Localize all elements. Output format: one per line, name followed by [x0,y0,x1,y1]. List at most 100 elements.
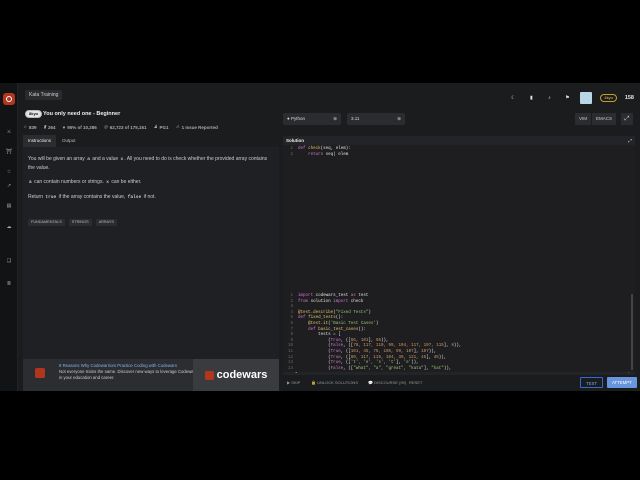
tab-output[interactable]: Output [57,135,81,147]
unlock-label: UNLOCK SOLUTIONS [317,380,358,385]
code-line[interactable]: (False, (["what", "a", "great", "kata"],… [298,367,451,372]
tag-strings[interactable]: STRINGS [68,219,92,226]
text: can contain numbers or strings. [32,179,106,185]
code-token: ], [426,355,434,360]
code-token: 101, 45, 75, 105, 99, 107 [350,350,414,354]
code-token: 'e' [403,361,412,366]
author-stat[interactable]: ♟ PG1 [153,124,168,130]
book-icon[interactable]: ❑ [4,256,14,266]
fullscreen-icon[interactable]: ⤢ [621,113,633,125]
star-icon: ☆ [23,124,28,129]
document-icon[interactable]: ≣ [4,279,14,289]
chevron-down-icon: ⊗ [333,116,337,121]
promo-logo: codewars [193,359,279,391]
code-token: , ([ [343,344,354,349]
code-token: test [358,294,369,298]
text: Return [28,194,45,200]
editor-mode-buttons: VIM EMACS [574,113,617,125]
tag-arrays[interactable]: ARRAYS [95,219,117,226]
top-right-icons: ☾ ▮ ♪ ⚑ 4kyu 158 [508,92,634,104]
code-token: from [298,299,311,304]
text: if the array contains the value, [57,194,127,200]
tag-fundamentals[interactable]: FUNDAMENTALS [28,219,65,226]
database-icon[interactable]: ▤ [4,201,14,211]
code-token: True [330,361,341,366]
code-token: )), [428,350,437,354]
code-line[interactable]: return seq| elem [298,153,348,159]
chat-icon[interactable]: ☁ [4,222,14,232]
code-token: "Fixed Tests" [335,310,369,315]
codewars-logo-icon [35,368,45,378]
attempt-button[interactable]: ATTEMPT [607,377,637,388]
code-token: ( [298,350,331,354]
code-token: check [350,299,364,304]
satisfaction-value: 95% of 10,286 [67,124,97,130]
issues-stat[interactable]: ⚠ 1 Issue Reported [176,124,218,130]
vim-button[interactable]: VIM [574,113,592,125]
top-bar: Kata Training ☾ ▮ ♪ ⚑ 4kyu 158 8kyu You … [18,83,640,130]
chevron-down-icon: ⊗ [397,116,401,121]
promo-text: 8 Reasons Why Codewarriors Practice Codi… [59,363,199,381]
thumbs-up-icon: ♥ [62,124,66,130]
chart-icon[interactable]: ↗ [4,181,14,191]
inline-code: true [45,195,57,200]
upvote-stat: ☆ 839 [23,124,37,130]
bell-icon[interactable]: ♪ [544,93,554,103]
code-token: import [333,299,351,304]
profile-icon[interactable]: ⚑ [562,93,572,103]
inline-code: false [127,195,142,200]
expand-icon[interactable]: ⤢ [628,136,632,145]
version-select[interactable]: 3.11 ⊗ [347,113,405,125]
scrollbar[interactable] [631,294,633,370]
satisfaction-stat: ♥ 95% of 10,286 [63,124,97,130]
skip-button[interactable]: ▶ SKIP [287,380,300,385]
codewars-logo-icon[interactable] [3,93,15,105]
honor-count: 158 [624,95,634,101]
unlock-solutions-button[interactable]: 🔒 UNLOCK SOLUTIONS [311,380,358,385]
reset-button[interactable]: RESET [409,380,422,385]
code-token: "what", "a", "great", "kata" [353,366,424,371]
moon-icon[interactable]: ☾ [508,93,518,103]
code-token: ( [298,366,331,371]
code-token: ( [298,338,331,343]
text: if not. [142,194,156,200]
code-token: False [330,366,344,371]
test-button[interactable]: TEST [580,377,603,388]
solution-title: Solution [286,138,304,143]
code-token: , ([ [340,350,351,354]
code-token: (seq, elem): [320,147,351,151]
code-token: import [298,294,316,298]
discourse-button[interactable]: 💬 DISCOURSE (99) [368,380,406,385]
promo-logo-text: codewars [216,369,268,381]
code-line[interactable]: from solution import check [298,300,363,306]
completions-value: 62,723 of 175,151 [109,124,147,130]
code-token: 78, 117, 110, 99, 104, 117, 107, 115 [353,344,444,349]
instructions-pane: Instructions Output You will be given an… [23,135,279,391]
code-token: False [330,344,344,349]
language-select[interactable]: ● Python ⊗ [283,113,341,125]
tab-instructions[interactable]: Instructions [23,135,57,147]
kata-title: You only need one - Beginner [43,111,121,117]
code-token: fixed_tests [308,316,336,321]
action-bar: ▶ SKIP 🔒 UNLOCK SOLUTIONS 💬 DISCOURSE (9… [283,377,637,391]
code-token: ( [298,361,331,366]
avatar[interactable] [580,92,593,104]
kata-training-label[interactable]: Kata Training [25,90,63,100]
emacs-button[interactable]: EMACS [591,113,617,125]
bookmark-stat: ▮ 264 [44,124,56,130]
description-paragraph: You will be given an array a and a value… [28,155,274,172]
swords-icon[interactable]: ⚔ [4,127,14,137]
dojo-icon[interactable]: ⛩ [4,147,14,157]
promo-banner[interactable]: 8 Reasons Why Codewarriors Practice Codi… [23,359,279,391]
issues-value[interactable]: 1 Issue Reported [182,125,218,130]
codewars-logo-icon [204,370,214,380]
rank-badge: 4kyu [600,94,617,102]
author-name[interactable]: PG1 [160,125,169,130]
bookmark-icon[interactable]: ▮ [526,93,536,103]
star-icon[interactable]: ☆ [4,167,14,177]
code-token: ( [298,355,331,360]
sample-tests-editor[interactable]: 1 import codewars_test as test 2 from solut… [283,292,635,372]
text: can be either. [109,179,142,185]
